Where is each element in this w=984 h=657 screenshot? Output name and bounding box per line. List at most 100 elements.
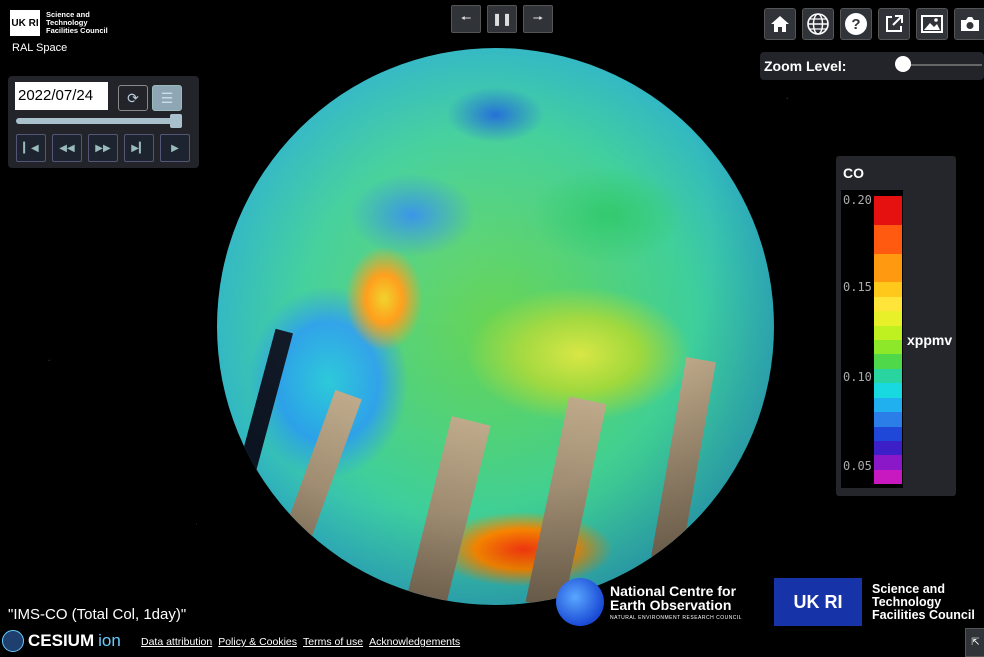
time-panel: 2022/07/24 ⟳ ☰ ▎◀ ◀◀ ▶▶ ▶▎ ▶ bbox=[8, 76, 199, 168]
skip-start-icon: ▎◀ bbox=[23, 142, 39, 154]
color-bar-segment bbox=[874, 340, 902, 355]
share-icon bbox=[886, 15, 903, 32]
earth-globe[interactable] bbox=[217, 48, 774, 605]
policy-cookies-link[interactable]: Policy & Cookies bbox=[218, 636, 297, 648]
skip-end-icon: ▶▎ bbox=[131, 142, 147, 154]
nceo-orb-icon bbox=[556, 578, 604, 626]
color-bar-segment bbox=[874, 383, 902, 398]
color-bar-segment bbox=[874, 239, 902, 254]
cesium-wordmark: CESIUM bbox=[28, 631, 95, 650]
nceo-logo: National Centre for Earth Observation NA… bbox=[556, 578, 742, 626]
rewind-icon: ◀◀ bbox=[59, 142, 75, 154]
legend-unit: xppmv bbox=[907, 332, 953, 348]
refresh-icon: ⟳ bbox=[127, 89, 139, 106]
reset-button[interactable]: ⟳ bbox=[118, 85, 148, 111]
color-bar-segment bbox=[874, 440, 902, 456]
footer-links: Data attribution Policy & Cookies Terms … bbox=[141, 636, 460, 648]
acknowledgements-link[interactable]: Acknowledgements bbox=[369, 636, 460, 648]
ukri-mark: UK RI bbox=[10, 10, 40, 36]
color-bar-segment bbox=[874, 296, 902, 312]
home-icon bbox=[771, 16, 789, 32]
color-legend: CO 0.20 0.15 0.10 0.05 xppmv bbox=[836, 156, 956, 496]
skip-start-button[interactable]: ▎◀ bbox=[16, 134, 46, 162]
ukri-logo: UK RI Science and Technology Facilities … bbox=[10, 10, 108, 36]
color-bar-segment bbox=[874, 282, 902, 297]
zoom-label: Zoom Level: bbox=[764, 58, 847, 74]
color-bar-segment bbox=[874, 325, 902, 341]
legend-tick: 0.10 bbox=[843, 370, 872, 384]
legend-tick: 0.15 bbox=[843, 280, 872, 294]
fast-forward-button[interactable]: ▶▶ bbox=[88, 134, 118, 162]
image-icon bbox=[921, 15, 943, 33]
toolbar: ? bbox=[764, 8, 984, 40]
date-input[interactable]: 2022/07/24 bbox=[15, 82, 108, 110]
arrow-right-icon: 🠖 bbox=[532, 10, 544, 25]
camera-icon bbox=[961, 17, 979, 31]
color-bar-segment bbox=[874, 397, 902, 413]
animation-controls: 🠔 ❚❚ 🠖 bbox=[451, 5, 553, 33]
fullscreen-icon: ⇱ bbox=[971, 637, 980, 648]
ion-wordmark: ion bbox=[98, 631, 121, 650]
stfc-line: Facilities Council bbox=[872, 607, 975, 622]
color-bar-segment bbox=[874, 368, 902, 384]
help-icon: ? bbox=[845, 13, 867, 35]
fullscreen-button[interactable]: ⇱ bbox=[965, 628, 984, 657]
nceo-subline: NATURAL ENVIRONMENT RESEARCH COUNCIL bbox=[610, 614, 743, 621]
stfc-small-text: Science and Technology Facilities Counci… bbox=[46, 11, 108, 35]
color-bar-segment bbox=[874, 210, 902, 225]
svg-text:?: ? bbox=[851, 16, 860, 33]
color-bar-segment bbox=[874, 196, 902, 211]
zoom-panel: Zoom Level: bbox=[760, 52, 984, 80]
time-slider-thumb[interactable] bbox=[170, 114, 182, 128]
color-bar-segment bbox=[874, 354, 902, 369]
camera-button[interactable] bbox=[954, 8, 984, 40]
data-attribution-link[interactable]: Data attribution bbox=[141, 636, 212, 648]
cesium-ion-logo[interactable]: CESIUM ion bbox=[2, 630, 121, 652]
playback-buttons: ▎◀ ◀◀ ▶▶ ▶▎ ▶ bbox=[16, 134, 190, 162]
ukri-mark-large: UK RI bbox=[774, 578, 862, 626]
image-button[interactable] bbox=[916, 8, 948, 40]
globe-shading bbox=[217, 48, 774, 605]
color-bar-segment bbox=[874, 224, 902, 240]
globe-button[interactable] bbox=[802, 8, 834, 40]
globe-icon bbox=[807, 13, 829, 35]
fast-forward-icon: ▶▶ bbox=[95, 142, 111, 154]
zoom-slider-knob[interactable] bbox=[895, 56, 911, 72]
color-bar-segment bbox=[874, 253, 902, 269]
skip-end-button[interactable]: ▶▎ bbox=[124, 134, 154, 162]
stfc-line: Facilities Council bbox=[46, 26, 108, 35]
list-icon: ☰ bbox=[160, 89, 174, 106]
step-back-button[interactable]: 🠔 bbox=[451, 5, 481, 33]
nceo-name-line: National Centre for bbox=[610, 582, 737, 599]
home-button[interactable] bbox=[764, 8, 796, 40]
color-bar bbox=[874, 196, 902, 485]
color-bar-segment bbox=[874, 426, 902, 441]
rewind-button[interactable]: ◀◀ bbox=[52, 134, 82, 162]
terms-of-use-link[interactable]: Terms of use bbox=[303, 636, 363, 648]
help-button[interactable]: ? bbox=[840, 8, 872, 40]
menu-button[interactable]: ☰ bbox=[152, 85, 182, 111]
share-button[interactable] bbox=[878, 8, 910, 40]
nceo-name-line: Earth Observation bbox=[610, 596, 732, 613]
legend-tick: 0.05 bbox=[843, 459, 872, 473]
pause-button[interactable]: ❚❚ bbox=[487, 5, 517, 33]
dataset-caption: "IMS-CO (Total Col, 1day)" bbox=[8, 606, 187, 623]
pause-icon: ❚❚ bbox=[491, 12, 513, 26]
color-bar-segment bbox=[874, 455, 902, 470]
stfc-logo: UK RI Science and Technology Facilities … bbox=[774, 578, 975, 626]
color-bar-segment bbox=[874, 469, 902, 485]
step-forward-button[interactable]: 🠖 bbox=[523, 5, 553, 33]
color-bar-segment bbox=[874, 268, 902, 283]
stfc-line: Science and bbox=[872, 581, 945, 596]
color-bar-segment bbox=[874, 311, 902, 326]
arrow-left-icon: 🠔 bbox=[460, 10, 472, 25]
color-bar-segment bbox=[874, 412, 902, 427]
cesium-mark-icon bbox=[2, 630, 24, 652]
legend-tick: 0.20 bbox=[843, 193, 872, 207]
legend-title: CO bbox=[843, 165, 864, 181]
ral-space-label: RAL Space bbox=[12, 42, 68, 54]
time-slider-track[interactable] bbox=[16, 118, 182, 124]
play-button[interactable]: ▶ bbox=[160, 134, 190, 162]
play-icon: ▶ bbox=[171, 142, 179, 154]
stfc-line: Technology bbox=[872, 594, 942, 609]
